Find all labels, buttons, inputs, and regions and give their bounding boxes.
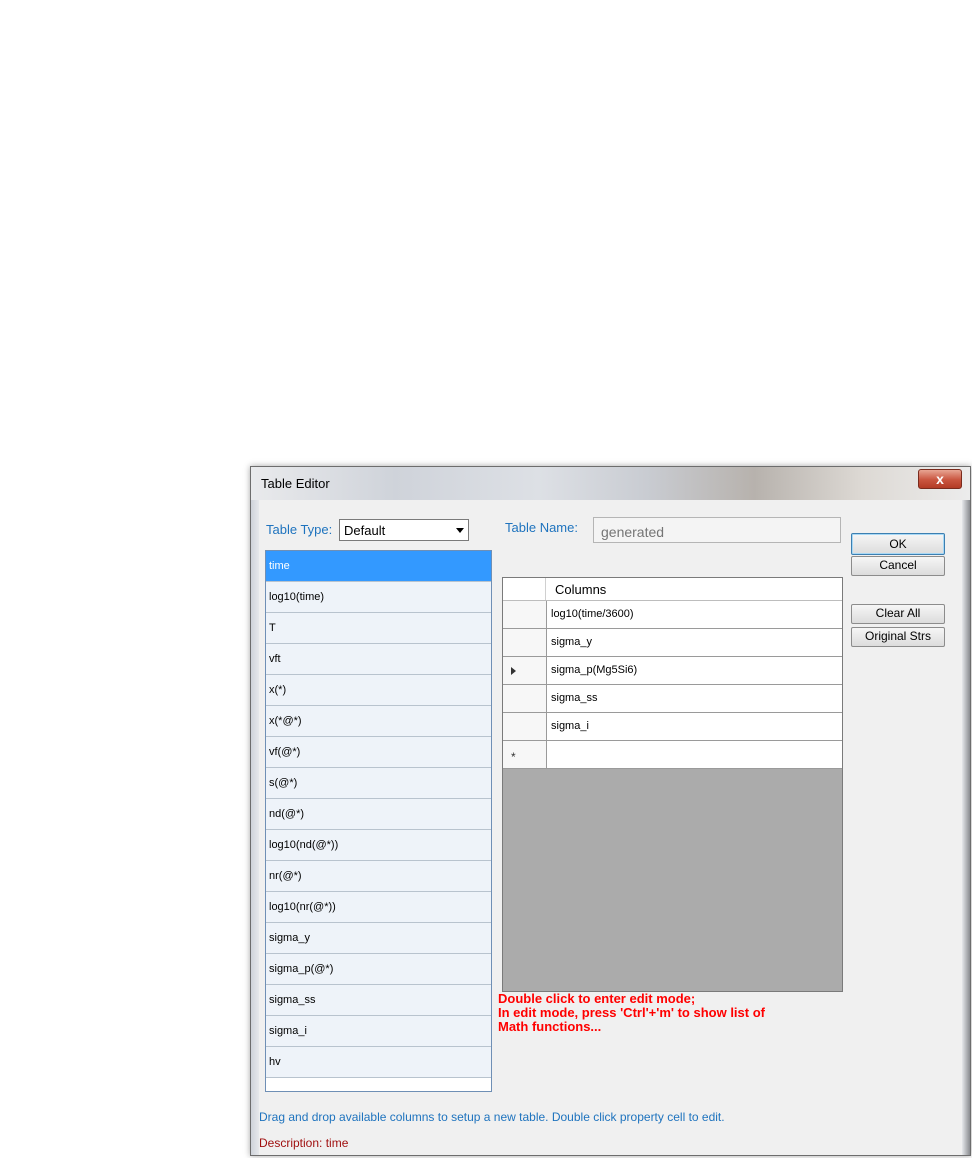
list-item[interactable]: sigma_y	[266, 923, 491, 954]
row-header[interactable]	[503, 685, 547, 713]
list-item[interactable]: log10(time)	[266, 582, 491, 613]
list-item[interactable]: nd(@*)	[266, 799, 491, 830]
close-button[interactable]: x	[918, 469, 962, 489]
table-row[interactable]: sigma_i	[503, 713, 842, 741]
list-item[interactable]: T	[266, 613, 491, 644]
table-row[interactable]: sigma_ss	[503, 685, 842, 713]
new-row-icon: *	[511, 750, 516, 764]
ok-button[interactable]: OK	[851, 533, 945, 555]
dialog-client-area: Table Type: Default Table Name: timelog1…	[259, 500, 962, 1151]
close-icon: x	[936, 471, 944, 487]
window-border-left	[251, 500, 259, 1155]
title-bar[interactable]: Table Editor x	[251, 467, 970, 501]
row-header[interactable]	[503, 713, 547, 741]
window-title: Table Editor	[261, 476, 330, 491]
hint-line-1: Double click to enter edit mode;	[498, 991, 696, 1006]
clear-all-button[interactable]: Clear All	[851, 604, 945, 624]
list-item[interactable]: x(*@*)	[266, 706, 491, 737]
table-type-label: Table Type:	[266, 522, 333, 537]
list-item[interactable]: nr(@*)	[266, 861, 491, 892]
current-row-arrow-icon	[511, 667, 516, 675]
list-item[interactable]: x(*)	[266, 675, 491, 706]
available-columns-list[interactable]: time log10(time) Tvft x(*) x(*@*) vf(@*) s(@*)…	[265, 550, 492, 1092]
description-text: Description: time	[259, 1136, 349, 1150]
list-item[interactable]: log10(nr(@*))	[266, 892, 491, 923]
table-row[interactable]: sigma_y	[503, 629, 842, 657]
row-header[interactable]	[503, 601, 547, 629]
column-cell[interactable]	[547, 741, 842, 769]
table-type-value: Default	[344, 523, 386, 538]
table-name-input[interactable]	[593, 517, 841, 543]
columns-grid[interactable]: Columns log10(time/3600) sigma_y sigma_p(M…	[502, 577, 843, 992]
table-editor-dialog: Table Editor x Table Type: Default Table…	[250, 466, 971, 1156]
table-row[interactable]: sigma_p(Mg5Si6)	[503, 657, 842, 685]
column-cell[interactable]: log10(time/3600)	[547, 601, 842, 629]
list-item[interactable]: hv	[266, 1047, 491, 1078]
grid-header: Columns	[503, 578, 842, 601]
table-name-label: Table Name:	[505, 520, 578, 535]
row-header[interactable]: *	[503, 741, 547, 769]
cancel-button[interactable]: Cancel	[851, 556, 945, 576]
table-row[interactable]: *	[503, 741, 842, 769]
list-item[interactable]: time	[266, 551, 491, 582]
column-cell[interactable]: sigma_p(Mg5Si6)	[547, 657, 842, 685]
original-strs-button[interactable]: Original Strs	[851, 627, 945, 647]
grid-corner	[503, 578, 546, 600]
edit-mode-hint: Double click to enter edit mode; In edit…	[498, 992, 858, 1034]
list-item[interactable]: vft	[266, 644, 491, 675]
chevron-down-icon	[456, 528, 464, 533]
row-header[interactable]	[503, 657, 547, 685]
list-item[interactable]: sigma_i	[266, 1016, 491, 1047]
instructions-text: Drag and drop available columns to setup…	[259, 1110, 725, 1124]
hint-line-2: In edit mode, press 'Ctrl'+'m' to show l…	[498, 1005, 765, 1020]
list-item[interactable]: s(@*)	[266, 768, 491, 799]
row-header[interactable]	[503, 629, 547, 657]
column-cell[interactable]: sigma_i	[547, 713, 842, 741]
column-cell[interactable]: sigma_y	[547, 629, 842, 657]
columns-header: Columns	[555, 582, 607, 597]
table-row[interactable]: log10(time/3600)	[503, 601, 842, 629]
list-item[interactable]: log10(nd(@*))	[266, 830, 491, 861]
list-item[interactable]: sigma_p(@*)	[266, 954, 491, 985]
list-item[interactable]: sigma_ss	[266, 985, 491, 1016]
window-border-right	[962, 500, 970, 1155]
hint-line-3: Math functions...	[498, 1019, 602, 1034]
column-cell[interactable]: sigma_ss	[547, 685, 842, 713]
table-type-dropdown[interactable]: Default	[339, 519, 469, 541]
list-item[interactable]: vf(@*)	[266, 737, 491, 768]
